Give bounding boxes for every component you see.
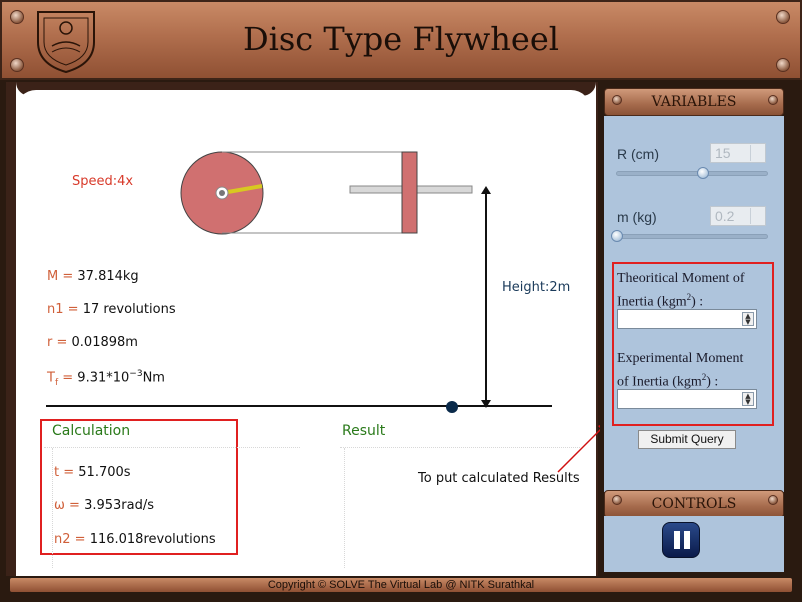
theoretical-moi-label: Theoritical Moment of Inertia (kgm2) :	[617, 271, 745, 310]
param-n1: n1 = 17 revolutions	[47, 302, 176, 317]
stepper-arrows-icon[interactable]	[750, 145, 764, 161]
rivet-icon	[768, 495, 778, 505]
variables-header: VARIABLES	[604, 88, 784, 116]
pause-icon[interactable]	[662, 522, 700, 558]
param-tf: Tf = 9.31*10−3Nm	[47, 369, 165, 388]
arrow-up-icon	[481, 186, 491, 194]
rivet-icon	[776, 58, 790, 72]
flange	[401, 151, 418, 234]
controls-header: CONTROLS	[604, 490, 784, 518]
calc-t: t = 51.700s	[54, 465, 131, 480]
footer: Copyright © SOLVE The Virtual Lab @ NITK…	[0, 576, 802, 602]
param-m: M = 37.814kg	[47, 269, 139, 284]
calc-n2: n2 = 116.018revolutions	[54, 532, 216, 547]
r-stepper[interactable]: 15	[710, 143, 766, 163]
rivet-icon	[776, 10, 790, 24]
copyright-text: Copyright © SOLVE The Virtual Lab @ NITK…	[10, 578, 792, 592]
calc-omega: ω = 3.953rad/s	[54, 498, 154, 513]
experimental-moi-label: Experimental Moment of Inertia (kgm2) :	[617, 351, 744, 390]
param-r: r = 0.01898m	[47, 335, 138, 350]
submit-button[interactable]: Submit Query	[638, 430, 736, 449]
result-annotation: To put calculated Results	[418, 471, 580, 486]
rivet-icon	[612, 95, 622, 105]
m-stepper[interactable]: 0.2	[710, 206, 766, 226]
height-label: Height:2m	[502, 280, 571, 295]
result-title: Result	[342, 423, 386, 439]
falling-mass	[446, 401, 458, 413]
m-slider-knob[interactable]	[611, 230, 623, 242]
stepper-arrows-icon[interactable]	[750, 208, 764, 224]
r-label: R (cm)	[617, 146, 659, 162]
spinner-icon[interactable]: ▲ ▼	[742, 312, 754, 326]
r-slider-knob[interactable]	[697, 167, 709, 179]
rivet-icon	[612, 495, 622, 505]
spinner-icon[interactable]: ▲ ▼	[742, 392, 754, 406]
rivet-icon	[768, 95, 778, 105]
experimental-moi-input[interactable]: ▲ ▼	[617, 389, 757, 409]
speed-label: Speed:4x	[72, 174, 134, 189]
m-slider-track[interactable]	[616, 234, 768, 239]
m-label: m (kg)	[617, 209, 657, 225]
r-slider-track[interactable]	[616, 171, 768, 176]
theoretical-moi-input[interactable]: ▲ ▼	[617, 309, 757, 329]
calculation-title: Calculation	[52, 423, 131, 439]
